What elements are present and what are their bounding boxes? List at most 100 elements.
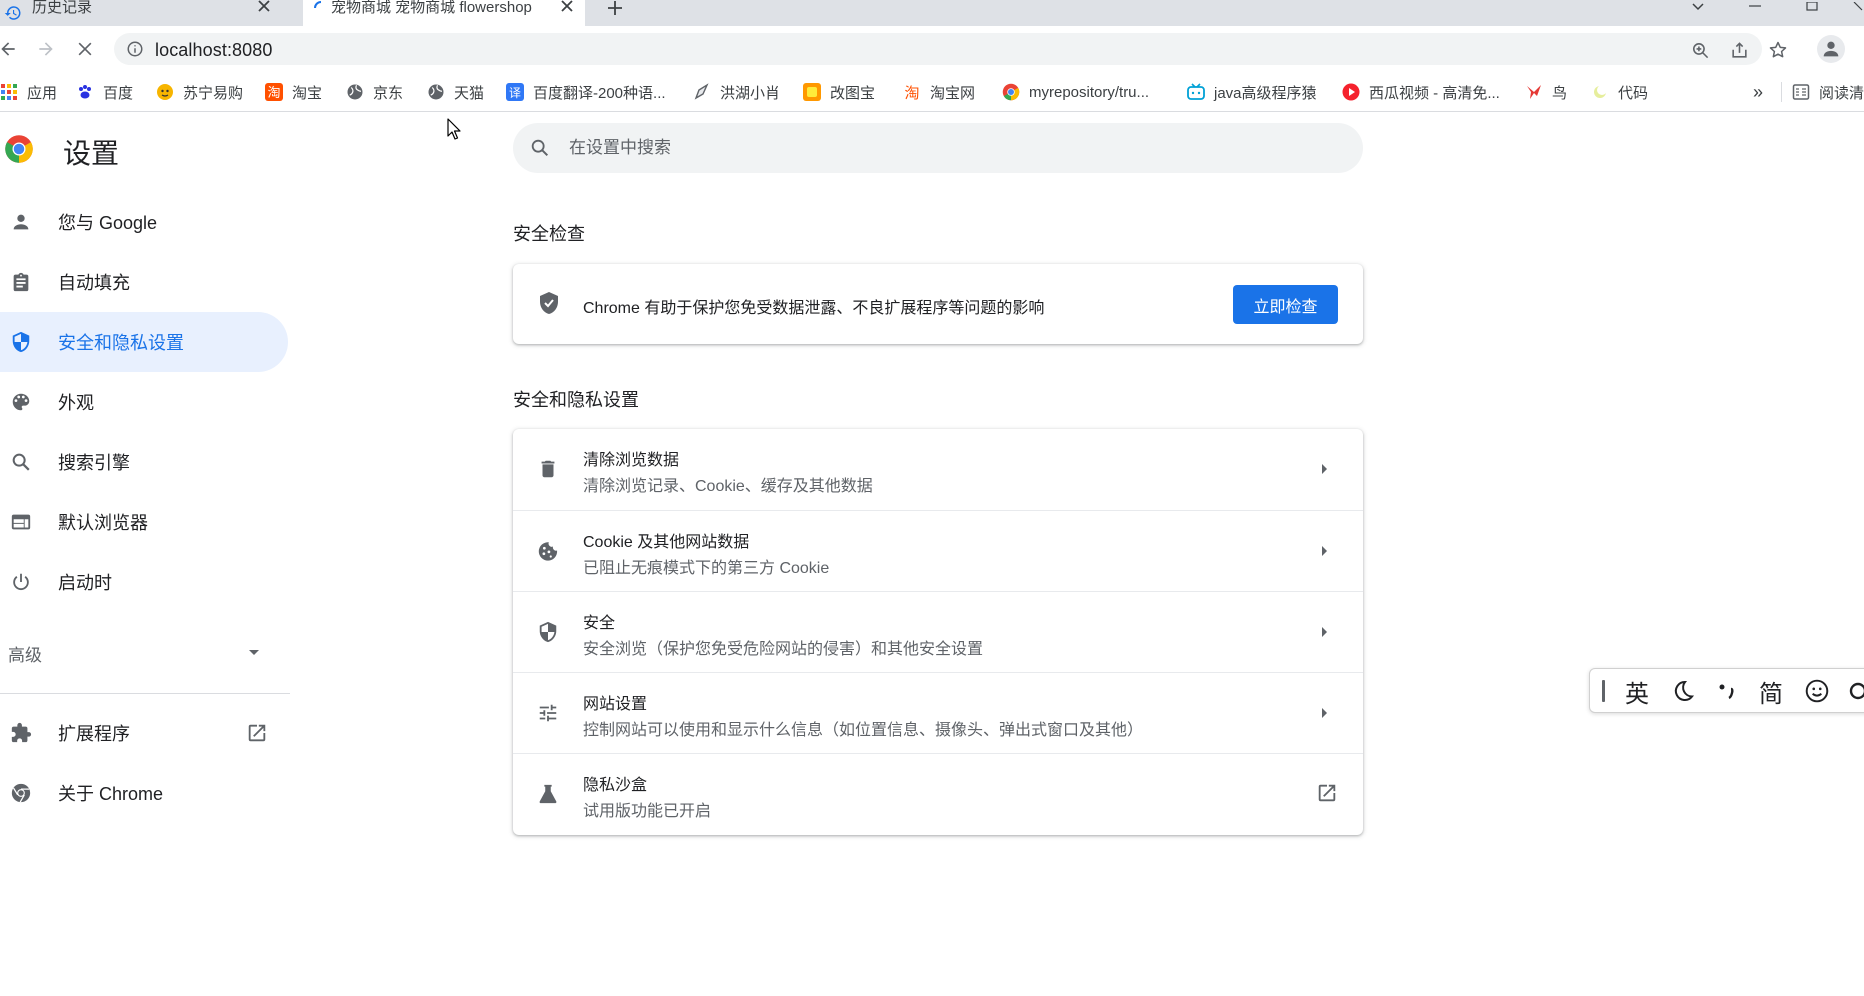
nav-appearance[interactable]: 外观 xyxy=(0,372,288,432)
ime-punctuation-icon[interactable] xyxy=(1710,677,1744,705)
bookmark-taobao[interactable]: 淘 淘宝 xyxy=(265,81,322,103)
shield-check-icon xyxy=(537,291,561,315)
close-icon[interactable] xyxy=(557,0,577,16)
bookmark-label: 淘宝网 xyxy=(930,84,976,102)
check-now-button[interactable]: 立即检查 xyxy=(1233,285,1338,324)
bookmark-tmall[interactable]: 天猫 xyxy=(427,81,484,103)
xigua-icon xyxy=(1342,83,1360,101)
nav-extensions[interactable]: 扩展程序 xyxy=(0,703,280,763)
nav-label: 扩展程序 xyxy=(58,724,130,744)
bookmark-label: 洪湖小肖 xyxy=(720,84,781,102)
open-in-new-icon xyxy=(246,722,268,744)
nav-about-chrome[interactable]: 关于 Chrome xyxy=(0,763,280,823)
row-security[interactable]: 安全 安全浏览（保护您免受危险网站的侵害）和其他安全设置 xyxy=(513,591,1363,672)
row-subtitle: 安全浏览（保护您免受危险网站的侵害）和其他安全设置 xyxy=(583,641,984,658)
mouse-cursor-icon xyxy=(447,118,461,140)
nav-privacy-security[interactable]: 安全和隐私设置 xyxy=(0,312,288,372)
row-title: 清除浏览数据 xyxy=(583,452,680,469)
ime-halfwidth-icon[interactable] xyxy=(1666,677,1700,705)
power-icon xyxy=(8,569,34,595)
chrome-logo xyxy=(4,134,34,164)
bookmark-honghu[interactable]: 洪湖小肖 xyxy=(693,81,780,103)
profile-avatar[interactable] xyxy=(1817,35,1845,63)
chevron-right-icon xyxy=(1315,541,1335,561)
nav-label: 您与 Google xyxy=(58,213,158,233)
ime-settings-icon[interactable] xyxy=(1846,677,1864,705)
row-site-settings[interactable]: 网站设置 控制网站可以使用和显示什么信息（如位置信息、摄像头、弹出式窗口及其他） xyxy=(513,672,1363,753)
row-privacy-sandbox[interactable]: 隐私沙盒 试用版功能已开启 xyxy=(513,753,1363,834)
safety-check-heading: 安全检查 xyxy=(513,224,585,244)
nav-you-and-google[interactable]: 您与 Google xyxy=(0,192,288,252)
pen-icon xyxy=(693,83,711,101)
window-close-icon[interactable] xyxy=(1840,0,1864,14)
svg-text:译: 译 xyxy=(509,86,521,100)
info-icon[interactable] xyxy=(126,40,144,58)
bookmark-baidu[interactable]: 百度 xyxy=(76,81,133,103)
bookmark-java[interactable]: java高级程序猿 xyxy=(1187,81,1317,103)
nav-autofill[interactable]: 自动填充 xyxy=(0,252,288,312)
tab-history[interactable]: 历史记录 xyxy=(0,0,286,26)
bookmark-label: 苏宁易购 xyxy=(183,84,244,102)
nav-label: 搜索引擎 xyxy=(58,453,130,473)
url-text[interactable]: localhost:8080 xyxy=(155,40,273,61)
address-bar[interactable]: localhost:8080 xyxy=(114,33,1787,65)
minimize-icon[interactable] xyxy=(1735,0,1775,14)
row-subtitle: 已阻止无痕模式下的第三方 Cookie xyxy=(583,560,830,577)
ime-drag-handle[interactable] xyxy=(1602,680,1605,702)
tab-title: 历史记录 xyxy=(32,0,93,16)
restore-icon[interactable] xyxy=(1792,0,1832,14)
bookmark-jd[interactable]: 京东 xyxy=(346,81,403,103)
bookmark-taobao-net[interactable]: 淘 淘宝网 xyxy=(903,81,975,103)
row-cookies[interactable]: Cookie 及其他网站数据 已阻止无痕模式下的第三方 Cookie xyxy=(513,510,1363,591)
bookmark-suning[interactable]: 苏宁易购 xyxy=(156,81,243,103)
nav-advanced-toggle[interactable]: 高级 xyxy=(0,623,280,683)
row-title: 网站设置 xyxy=(583,696,648,713)
bookmark-code[interactable]: 代码 xyxy=(1591,81,1648,103)
back-button[interactable] xyxy=(0,35,22,63)
new-tab-button[interactable] xyxy=(603,0,627,20)
bookmark-xigua[interactable]: 西瓜视频 - 高清免... xyxy=(1342,81,1500,103)
close-icon[interactable] xyxy=(254,0,274,16)
search-input[interactable] xyxy=(569,123,1329,173)
nav-on-startup[interactable]: 启动时 xyxy=(0,552,288,612)
apps-grid-icon xyxy=(0,83,18,101)
stop-loading-button[interactable] xyxy=(71,35,99,63)
trash-icon xyxy=(535,456,561,482)
bookmark-bird[interactable]: 鸟 xyxy=(1525,81,1567,103)
bookmark-myrepository[interactable]: myrepository/tru... xyxy=(1002,81,1149,103)
ime-emoji-icon[interactable] xyxy=(1800,677,1834,705)
tab-flowershop[interactable]: 宠物商城 宠物商城 flowershop xyxy=(303,0,585,26)
loading-icon xyxy=(313,0,329,12)
nav-label: 自动填充 xyxy=(58,273,130,293)
bookmark-gaitubao[interactable]: 改图宝 xyxy=(803,81,875,103)
nav-label: 关于 Chrome xyxy=(58,784,164,804)
reading-list-label: 阅读清 xyxy=(1819,84,1864,102)
bookmarks-bar: 应用 百度 苏宁易购 淘 淘宝 京东 天猫 译 百度翻译-200种语... 洪湖… xyxy=(0,72,1864,112)
bookmarks-overflow-button[interactable]: » xyxy=(1753,81,1763,103)
share-icon[interactable] xyxy=(1728,39,1750,61)
history-icon xyxy=(4,4,22,22)
bookmark-baidu-translate[interactable]: 译 百度翻译-200种语... xyxy=(506,81,666,103)
safety-check-text: Chrome 有助于保护您免受数据泄露、不良扩展程序等问题的影响 xyxy=(583,300,1045,317)
tune-icon xyxy=(535,700,561,726)
reading-list-button[interactable]: 阅读清 xyxy=(1792,81,1864,103)
row-clear-browsing-data[interactable]: 清除浏览数据 清除浏览记录、Cookie、缓存及其他数据 xyxy=(513,429,1363,510)
bookmarks-divider xyxy=(1781,82,1782,102)
taobao-icon: 淘 xyxy=(265,83,283,101)
nav-search-engine[interactable]: 搜索引擎 xyxy=(0,432,288,492)
reading-list-icon xyxy=(1792,83,1810,101)
browser-icon xyxy=(8,509,34,535)
safety-check-card: Chrome 有助于保护您免受数据泄露、不良扩展程序等问题的影响 立即检查 xyxy=(513,264,1363,344)
bookmark-star-icon[interactable] xyxy=(1767,39,1789,61)
nav-default-browser[interactable]: 默认浏览器 xyxy=(0,492,288,552)
translate-icon: 译 xyxy=(506,83,524,101)
forward-button[interactable] xyxy=(32,35,60,63)
shield-icon xyxy=(8,329,34,355)
ime-simplified-toggle[interactable]: 简 xyxy=(1754,677,1788,708)
bookmark-apps[interactable]: 应用 xyxy=(0,81,57,103)
settings-title: 设置 xyxy=(63,138,120,169)
bookmark-label: 百度翻译-200种语... xyxy=(533,84,666,102)
ime-language-toggle[interactable]: 英 xyxy=(1620,677,1654,708)
zoom-icon[interactable] xyxy=(1689,39,1711,61)
tab-search-icon[interactable] xyxy=(1678,0,1718,14)
